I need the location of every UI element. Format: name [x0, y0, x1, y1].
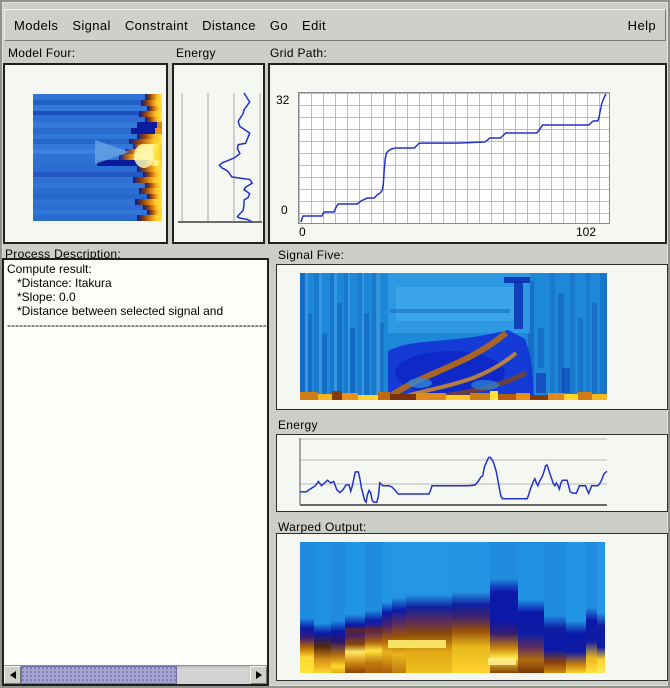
- grid-path-line: [301, 94, 606, 222]
- horizontal-scrollbar[interactable]: [4, 665, 267, 684]
- model-four-spectrogram: [33, 94, 162, 221]
- energy-left-label: Energy: [176, 46, 216, 60]
- energy-bottom-line: [300, 457, 607, 502]
- menu-constraint[interactable]: Constraint: [125, 18, 188, 33]
- arrow-right-icon: [256, 671, 262, 679]
- grid-path-panel: 32 0 0 102: [268, 63, 667, 244]
- menu-go[interactable]: Go: [270, 18, 288, 33]
- arrow-left-icon: [10, 671, 16, 679]
- menu-edit[interactable]: Edit: [302, 18, 326, 33]
- energy-left-line: [219, 93, 252, 222]
- energy-left-panel: [172, 63, 265, 244]
- energy-bottom-plot: [277, 435, 667, 511]
- signal-five-panel: [276, 264, 668, 410]
- grid-path-xtick-min: 0: [299, 225, 306, 239]
- menu-distance[interactable]: Distance: [202, 18, 256, 33]
- scroll-right-button[interactable]: [250, 666, 267, 684]
- model-four-label: Model Four:: [8, 46, 75, 60]
- grid-path-label: Grid Path:: [270, 46, 327, 60]
- scrollbar-thumb[interactable]: [21, 666, 177, 684]
- signal-five-spectrogram: [300, 273, 607, 400]
- warped-output-label: Warped Output:: [278, 520, 366, 534]
- process-description-text: Compute result: *Distance: Itakura *Slop…: [4, 260, 267, 665]
- scrollbar-track[interactable]: [21, 666, 250, 684]
- menu-help[interactable]: Help: [628, 18, 656, 33]
- menu-models[interactable]: Models: [14, 18, 58, 33]
- warped-output-spectrogram: [300, 542, 605, 673]
- menu-bar: Models Signal Constraint Distance Go Edi…: [4, 9, 666, 41]
- warped-output-panel: [276, 533, 668, 681]
- grid-path-ytick-min: 0: [281, 203, 288, 217]
- energy-bottom-panel: [276, 434, 668, 512]
- app-window: Models Signal Constraint Distance Go Edi…: [0, 0, 670, 688]
- grid-path-ytick-max: 32: [276, 93, 289, 107]
- model-four-panel: [3, 63, 168, 244]
- menu-signal[interactable]: Signal: [72, 18, 111, 33]
- signal-five-label: Signal Five:: [278, 248, 344, 262]
- process-description-panel: Compute result: *Distance: Itakura *Slop…: [2, 258, 269, 686]
- scroll-left-button[interactable]: [4, 666, 21, 684]
- grid-path-xtick-max: 102: [576, 225, 596, 239]
- energy-left-plot: [174, 65, 263, 242]
- energy-bottom-label: Energy: [278, 418, 318, 432]
- grid-path-line-layer: [299, 93, 609, 223]
